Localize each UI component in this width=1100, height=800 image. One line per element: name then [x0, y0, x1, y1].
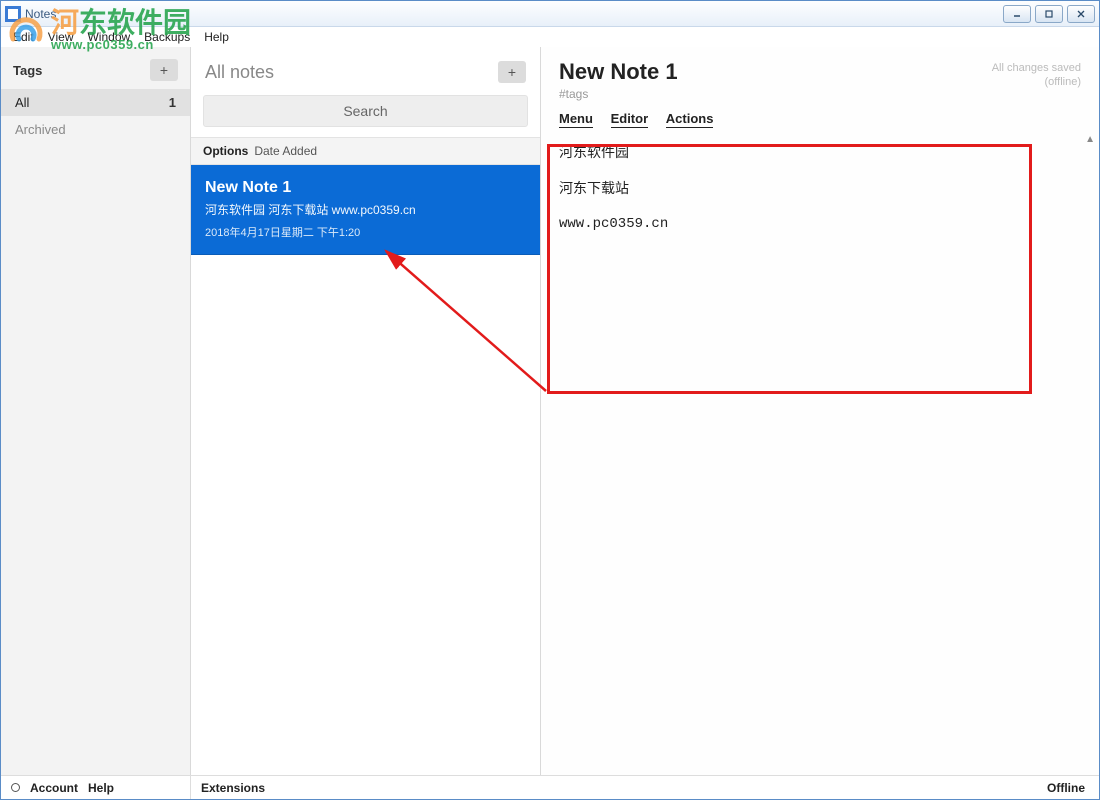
- tag-label: Archived: [15, 122, 66, 137]
- footer-help[interactable]: Help: [88, 781, 114, 795]
- editor-blank: [559, 166, 1081, 174]
- editor-head: New Note 1 #tags All changes saved (offl…: [541, 47, 1099, 107]
- add-note-button[interactable]: +: [498, 61, 526, 83]
- footer: Account Help Extensions Offline: [1, 775, 1099, 799]
- save-status-line: (offline): [992, 75, 1081, 89]
- window-controls: [1003, 5, 1095, 23]
- editor-blank: [559, 202, 1081, 210]
- sort-label: Date Added: [254, 144, 317, 158]
- note-item-title: New Note 1: [205, 179, 526, 197]
- notes-panel: All notes + Search Options Date Added New…: [191, 47, 541, 775]
- editor-line: www.pc0359.cn: [559, 210, 1081, 238]
- tags-panel: Tags + All 1 Archived: [1, 47, 191, 775]
- tag-row-all[interactable]: All 1: [1, 89, 190, 116]
- menu-window[interactable]: Window: [81, 30, 136, 44]
- note-item-date: 2018年4月17日星期二 下午1:20: [205, 224, 526, 240]
- tags-header: Tags +: [1, 47, 190, 89]
- editor-tabs: Menu Editor Actions: [541, 107, 1099, 126]
- save-status-line: All changes saved: [992, 61, 1081, 75]
- minimize-button[interactable]: [1003, 5, 1031, 23]
- tag-row-archived[interactable]: Archived: [1, 116, 190, 143]
- window-title: Notes: [25, 7, 1003, 21]
- editor-panel: New Note 1 #tags All changes saved (offl…: [541, 47, 1099, 775]
- search-input[interactable]: Search: [203, 95, 528, 127]
- maximize-button[interactable]: [1035, 5, 1063, 23]
- notes-header: All notes +: [191, 47, 540, 89]
- account-status-icon: [11, 783, 20, 792]
- editor-line: 河东软件园: [559, 138, 1081, 166]
- notes-header-label: All notes: [205, 62, 274, 83]
- tag-count: 1: [169, 95, 176, 110]
- footer-account[interactable]: Account: [30, 781, 78, 795]
- watermark-logo-icon: [3, 9, 49, 49]
- menu-help[interactable]: Help: [198, 30, 235, 44]
- close-button[interactable]: [1067, 5, 1095, 23]
- menu-backups[interactable]: Backups: [138, 30, 196, 44]
- main-area: Tags + All 1 Archived All notes + Search…: [1, 47, 1099, 775]
- tag-label: All: [15, 95, 29, 110]
- editor-line: 河东下载站: [559, 174, 1081, 202]
- add-tag-button[interactable]: +: [150, 59, 178, 81]
- tags-label: Tags: [13, 63, 42, 78]
- note-item-preview: 河东软件园 河东下载站 www.pc0359.cn: [205, 201, 526, 218]
- scroll-up-icon[interactable]: ▲: [1085, 130, 1095, 150]
- options-label: Options: [203, 144, 248, 158]
- editor-body[interactable]: ▲ 河东软件园 河东下载站 www.pc0359.cn: [541, 126, 1099, 775]
- menubar: Edit View Window Backups Help: [1, 27, 1099, 47]
- notes-options-row[interactable]: Options Date Added: [191, 137, 540, 165]
- search-wrap: Search: [191, 89, 540, 137]
- note-list-item[interactable]: New Note 1 河东软件园 河东下载站 www.pc0359.cn 201…: [191, 165, 540, 255]
- footer-extensions[interactable]: Extensions: [191, 781, 1047, 795]
- footer-offline: Offline: [1047, 781, 1099, 795]
- save-status: All changes saved (offline): [992, 61, 1081, 90]
- window-titlebar: Notes: [1, 1, 1099, 27]
- footer-left: Account Help: [1, 776, 191, 799]
